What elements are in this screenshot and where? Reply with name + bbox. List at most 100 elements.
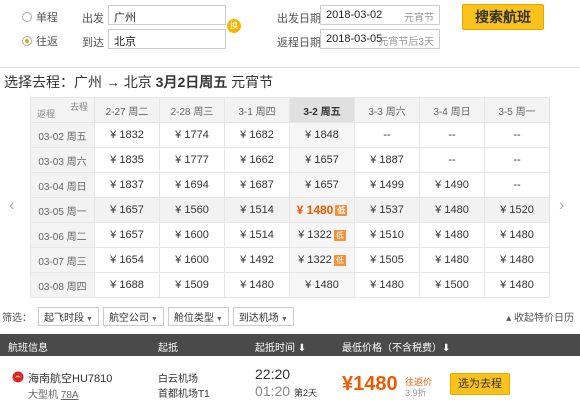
calendar-cell-price: ¥ 1480 [435, 229, 469, 241]
calendar-cell[interactable]: -- [419, 147, 485, 173]
calendar-cell[interactable]: ¥ 1480 [289, 272, 355, 298]
calendar-cell-price: ¥ 1600 [175, 229, 209, 241]
chevron-left-icon[interactable]: ‹ [9, 197, 14, 215]
sort-by-price[interactable]: 最低价格（不含税费）⬇ [342, 339, 450, 354]
calendar-cell[interactable]: ¥ 1682 [224, 122, 290, 148]
calendar-cell[interactable]: ¥ 1480 [354, 272, 420, 298]
airline-name: 海南航空HU7810 [28, 373, 113, 385]
calendar-cell[interactable]: ¥ 1688 [94, 272, 160, 298]
depart-date-input[interactable]: 2018-03-02 元宵节 [320, 5, 440, 25]
depart-date-value: 2018-03-02 [326, 9, 383, 21]
filter-airline[interactable]: 航空公司 ▼ [102, 306, 164, 326]
filter-depart-time[interactable]: 起飞时段 ▼ [38, 306, 99, 326]
calendar-header-row: 去程 返程 2-27 周二 2-28 周三 3-1 周四 3-2 周五 3-3 周六 3-4 … [30, 97, 550, 123]
roundtrip-radio[interactable]: 往返 [22, 33, 58, 49]
calendar-cell[interactable]: ¥ 1492 [224, 247, 290, 273]
to-input[interactable]: 北京 [108, 29, 226, 49]
calendar-cell[interactable]: ¥ 1480 [484, 272, 550, 298]
calendar-cell[interactable]: ¥ 1500 [419, 272, 485, 298]
calendar-cell-selected[interactable]: ¥ 1480 低 [289, 197, 355, 223]
calendar-cell[interactable]: ¥ 1480 [419, 247, 485, 273]
collapse-calendar-label: 收起特价日历 [514, 313, 574, 324]
discount: 3.9折 [405, 388, 427, 398]
calendar-cell[interactable]: ¥ 1509 [159, 272, 225, 298]
calendar-cell[interactable]: ¥ 1777 [159, 147, 225, 173]
calendar-cell[interactable]: ¥ 1322 低 [289, 222, 355, 248]
calendar-column-header[interactable]: 3-1 周四 [224, 97, 290, 123]
return-date-input[interactable]: 2018-03-05 元宵节后3天 [320, 29, 440, 49]
calendar-cell[interactable]: ¥ 1835 [94, 147, 160, 173]
calendar-cell-price: ¥ 1480 [305, 279, 339, 291]
calendar-cell[interactable]: ¥ 1832 [94, 122, 160, 148]
calendar-cell[interactable]: ¥ 1490 [419, 172, 485, 198]
calendar-cell[interactable]: ¥ 1600 [159, 222, 225, 248]
sort-by-time[interactable]: 起抵时间 ⬇ [255, 339, 306, 354]
from-input[interactable]: 广州 [108, 5, 226, 25]
calendar-cell-price: ¥ 1505 [370, 254, 404, 266]
calendar-cell[interactable]: -- [484, 147, 550, 173]
choose-outbound-button[interactable]: 选为去程 [450, 373, 510, 395]
calendar-cell[interactable]: ¥ 1657 [289, 172, 355, 198]
calendar-column-header[interactable]: 2-28 周三 [159, 97, 225, 123]
depart-date-hint: 元宵节 [404, 13, 434, 24]
calendar-row-header[interactable]: 03-06 周二 [30, 222, 95, 248]
filter-arrival-airport[interactable]: 到达机场 ▼ [232, 306, 294, 326]
calendar-row-header[interactable]: 03-08 周四 [30, 272, 95, 298]
aircraft-code[interactable]: 78A [61, 390, 79, 401]
calendar-cell[interactable]: ¥ 1654 [94, 247, 160, 273]
calendar-column-header[interactable]: 3-5 周一 [484, 97, 550, 123]
calendar-cell[interactable]: ¥ 1694 [159, 172, 225, 198]
calendar-cell[interactable]: ¥ 1848 [289, 122, 355, 148]
calendar-cell[interactable]: ¥ 1480 [419, 222, 485, 248]
calendar-column-header[interactable]: 3-3 周六 [354, 97, 420, 123]
calendar-cell[interactable]: ¥ 1560 [159, 197, 225, 223]
calendar-cell[interactable]: ¥ 1687 [224, 172, 290, 198]
calendar-cell-price: ¥ 1835 [110, 154, 144, 166]
calendar-cell[interactable]: -- [354, 122, 420, 148]
calendar-cell[interactable]: -- [419, 122, 485, 148]
calendar-cell[interactable]: ¥ 1480 [484, 247, 550, 273]
calendar-cell[interactable]: ¥ 1510 [354, 222, 420, 248]
calendar-cell[interactable]: ¥ 1505 [354, 247, 420, 273]
calendar-cell[interactable]: ¥ 1774 [159, 122, 225, 148]
calendar-cell[interactable]: ¥ 1480 [419, 197, 485, 223]
departure-time: 22:20 [255, 366, 291, 382]
calendar-cell[interactable]: ¥ 1322 低 [289, 247, 355, 273]
calendar-row-header[interactable]: 03-02 周五 [30, 122, 95, 148]
calendar-cell[interactable]: ¥ 1537 [354, 197, 420, 223]
swap-cities-button[interactable]: 换 [227, 19, 241, 33]
calendar-cell[interactable]: ¥ 1514 [224, 197, 290, 223]
calendar-cell[interactable]: ¥ 1657 [289, 147, 355, 173]
calendar-cell-price: ¥ 1600 [175, 254, 209, 266]
calendar-cell[interactable]: ¥ 1657 [94, 222, 160, 248]
calendar-cell[interactable]: ¥ 1657 [94, 197, 160, 223]
calendar-cell[interactable]: ¥ 1600 [159, 247, 225, 273]
calendar-cell[interactable]: ¥ 1499 [354, 172, 420, 198]
calendar-cell-price: -- [513, 179, 521, 191]
next-day-badge: 第2天 [293, 388, 317, 398]
calendar-column-header[interactable]: 3-2 周五 [289, 97, 355, 123]
filter-cabin[interactable]: 舱位类型 ▼ [167, 306, 229, 326]
calendar-cell[interactable]: ¥ 1480 [224, 272, 290, 298]
chevron-right-icon[interactable]: › [559, 197, 564, 215]
calendar-column-header[interactable]: 3-4 周日 [419, 97, 485, 123]
calendar-row-header[interactable]: 03-05 周一 [30, 197, 95, 223]
calendar-cell[interactable]: -- [484, 122, 550, 148]
calendar-cell[interactable]: ¥ 1514 [224, 222, 290, 248]
oneway-radio-dot[interactable] [22, 12, 32, 22]
calendar-cell[interactable]: ¥ 1887 [354, 147, 420, 173]
calendar-cell[interactable]: ¥ 1662 [224, 147, 290, 173]
search-flights-button[interactable]: 搜索航班 [462, 4, 544, 30]
calendar-cell[interactable]: ¥ 1480 [484, 222, 550, 248]
collapse-calendar-link[interactable]: ▴ 收起特价日历 [506, 309, 574, 324]
calendar-cell-price: ¥ 1480 [500, 229, 534, 241]
calendar-row-header[interactable]: 03-07 周三 [30, 247, 95, 273]
calendar-row-header[interactable]: 03-03 周六 [30, 147, 95, 173]
calendar-row-header[interactable]: 03-04 周日 [30, 172, 95, 198]
calendar-column-header[interactable]: 2-27 周二 [94, 97, 160, 123]
calendar-cell[interactable]: ¥ 1520 [484, 197, 550, 223]
oneway-radio[interactable]: 单程 [22, 9, 58, 25]
calendar-cell[interactable]: -- [484, 172, 550, 198]
calendar-cell[interactable]: ¥ 1837 [94, 172, 160, 198]
roundtrip-radio-dot[interactable] [22, 36, 32, 46]
